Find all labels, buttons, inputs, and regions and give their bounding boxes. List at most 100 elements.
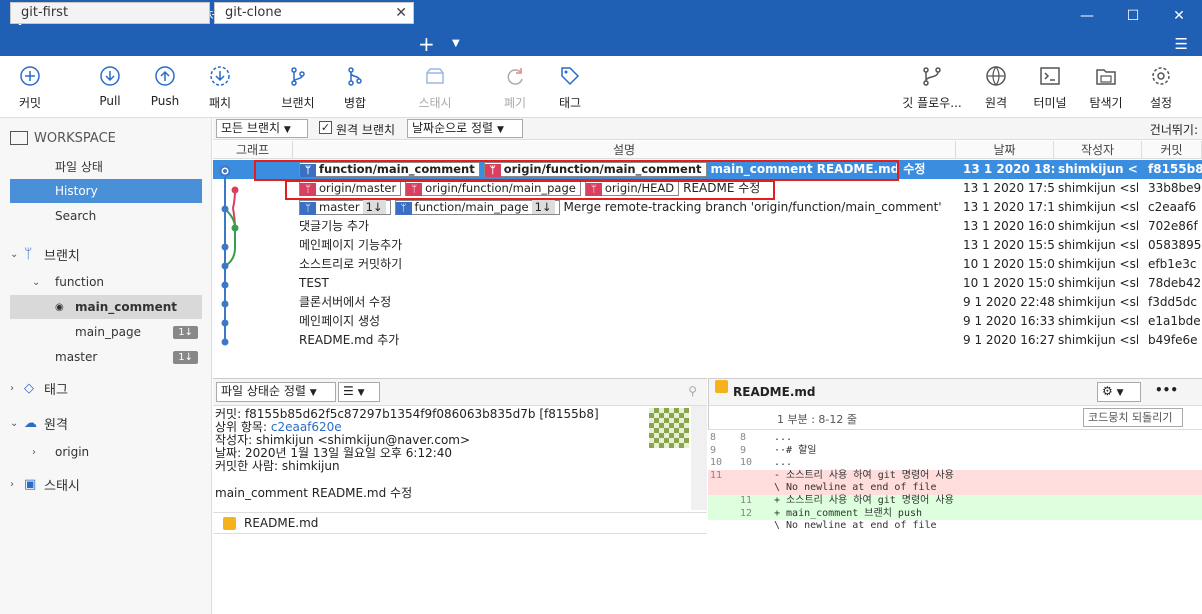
commit-hash: f8155b8 <box>1148 162 1202 176</box>
settings-button[interactable]: 설정 <box>1131 64 1191 111</box>
new-line-number: 8 <box>740 432 747 443</box>
branch-button[interactable]: 브랜치 <box>268 64 328 111</box>
column-author[interactable]: 작성자 <box>1054 141 1142 159</box>
git-flow-button[interactable]: 깃 플로우... <box>902 64 962 111</box>
commit-row[interactable]: 메인페이지 기능추가 13 1 2020 15:5 shimkijun <shi 05… <box>213 236 1202 255</box>
sidebar-section-tags[interactable]: › ◇ 태그 <box>10 376 202 400</box>
sidebar-item-master[interactable]: master 1↓ <box>10 345 202 369</box>
more-options-icon[interactable]: ••• <box>1155 383 1178 397</box>
branch-filter-dropdown[interactable]: 모든 브랜치 ▼ <box>216 119 308 138</box>
new-line-number: 10 <box>740 457 753 469</box>
sidebar-section-branches[interactable]: ⌄ ᛘ 브랜치 <box>10 242 202 266</box>
changed-file-row[interactable]: README.md <box>213 512 707 534</box>
commit-message: TEST <box>299 276 329 290</box>
explorer-button[interactable]: 탐색기 <box>1076 64 1136 111</box>
branch-tag[interactable]: ᛘ master 1↓ <box>299 200 391 215</box>
fetch-icon <box>190 64 250 88</box>
button-label: 코드뭉치 되돌리기 <box>1088 411 1173 424</box>
tag-icon: ◇ <box>24 380 34 396</box>
commit-row[interactable]: 클론서버에서 수정 9 1 2020 22:48 shimkijun <shi f3d… <box>213 293 1202 312</box>
sidebar-item-main-page[interactable]: main_page 1↓ <box>10 320 202 344</box>
revert-hunk-button[interactable]: 코드뭉치 되돌리기 <box>1083 408 1183 427</box>
sidebar-section-label: 원격 <box>44 417 68 433</box>
new-tab-icon[interactable]: + <box>418 32 435 56</box>
branch-tag[interactable]: ᛘ function/main_page 1↓ <box>394 200 560 215</box>
commit-row[interactable]: 소스트리로 커밋하기 10 1 2020 15:0 shimkijun <shi ef… <box>213 255 1202 274</box>
commit-description: 클론서버에서 수정 <box>299 293 959 312</box>
merge-button[interactable]: 병합 <box>325 64 385 111</box>
git-flow-icon <box>902 64 962 88</box>
highlight-box <box>285 180 775 200</box>
sidebar-item-label: origin <box>55 445 90 459</box>
stash-button[interactable]: 스태시 <box>405 64 465 111</box>
remote-button[interactable]: 원격 <box>966 64 1026 111</box>
tag-button[interactable]: 태그 <box>540 64 600 111</box>
remote-branches-checkbox[interactable]: ✓ <box>319 121 332 134</box>
file-sort-dropdown[interactable]: 파일 상태순 정렬 ▼ <box>216 382 336 402</box>
diff-line[interactable]: 11 + 소스트리 사용 하여 git 명령어 사용 <box>708 495 1202 508</box>
commit-hash: 0583895 <box>1148 238 1202 252</box>
toolbar: 커밋 Pull Push 패치 브랜치 병합 스태시 폐기 태그 깃 플로우..… <box>0 56 1202 118</box>
view-mode-dropdown[interactable]: ☰ ▼ <box>338 382 380 402</box>
hunk-label: 1 부분 : 8-12 줄 <box>777 413 858 426</box>
commit-row[interactable]: 댓글기능 추가 13 1 2020 16:0 shimkijun <shi 702e8… <box>213 217 1202 236</box>
column-label: 그래프 <box>235 143 270 157</box>
sidebar-item-origin[interactable]: › origin <box>10 440 202 464</box>
commit-graph <box>219 165 239 346</box>
column-date[interactable]: 날짜 <box>956 141 1054 159</box>
diff-line[interactable]: 9 9 ··# 할일 <box>708 445 1202 458</box>
commit-row[interactable]: ᛘ master 1↓ ᛘ function/main_page 1↓ Merge remo… <box>213 198 1202 217</box>
workspace-label: WORKSPACE <box>34 130 116 146</box>
close-icon[interactable]: ✕ <box>1156 0 1202 32</box>
column-commit[interactable]: 커밋 <box>1142 141 1202 159</box>
fetch-label: 패치 <box>208 96 232 110</box>
tab-git-clone[interactable]: git-clone ✕ <box>214 2 414 24</box>
commit-icon <box>0 64 60 88</box>
sidebar-folder-function[interactable]: ⌄ function <box>10 270 202 294</box>
diff-line[interactable]: \ No newline at end of file <box>708 520 1202 533</box>
commit-button[interactable]: 커밋 <box>0 64 60 111</box>
sort-dropdown[interactable]: 날짜순으로 정렬 ▼ <box>407 119 523 138</box>
sidebar-item-search[interactable]: Search <box>10 204 202 228</box>
chevron-right-icon: › <box>10 478 14 490</box>
minimize-icon[interactable]: — <box>1064 0 1110 32</box>
commit-row[interactable]: TEST 10 1 2020 15:0 shimkijun <shi 78deb42 <box>213 274 1202 293</box>
discard-button[interactable]: 폐기 <box>485 64 545 111</box>
column-graph[interactable]: 그래프 <box>213 141 293 159</box>
diff-line[interactable]: \ No newline at end of file <box>708 482 1202 495</box>
terminal-button[interactable]: 터미널 <box>1020 64 1080 111</box>
search-icon[interactable]: ⚲ <box>688 384 697 398</box>
commit-author: shimkijun <shi <box>1058 219 1138 233</box>
fetch-button[interactable]: 패치 <box>190 64 250 111</box>
close-tab-icon[interactable]: ✕ <box>395 5 407 21</box>
commit-row[interactable]: 메인페이지 생성 9 1 2020 16:33 shimkijun <shi e1a1… <box>213 312 1202 331</box>
diff-line[interactable]: 8 8... <box>708 432 1202 445</box>
column-description[interactable]: 설명 <box>293 141 956 159</box>
tab-git-first[interactable]: git-first <box>10 2 210 24</box>
diff-line-text: \ No newline at end of file <box>774 520 937 532</box>
sidebar-item-label: function <box>55 275 105 289</box>
sidebar-section-remotes[interactable]: ⌄ ☁ 원격 <box>10 411 202 435</box>
commit-row[interactable]: README.md 추가 9 1 2020 16:27 shimkijun <shi… <box>213 331 1202 350</box>
hamburger-menu-icon[interactable]: ☰ <box>1175 32 1188 56</box>
push-button[interactable]: Push <box>135 64 195 108</box>
diff-line[interactable]: 12 + main_comment 브랜치 push <box>708 507 1202 521</box>
sidebar-section-stashes[interactable]: › ▣ 스태시 <box>10 472 202 496</box>
diff-options-dropdown[interactable]: ⚙ ▼ <box>1097 382 1141 402</box>
commit-message: 메인페이지 기능추가 <box>299 238 403 252</box>
maximize-icon[interactable]: ☐ <box>1110 0 1156 32</box>
diff-line[interactable]: 10 10... <box>708 457 1202 470</box>
details-scrollbar[interactable] <box>691 406 707 510</box>
commit-date: 13 1 2020 15:5 <box>963 238 1055 252</box>
tab-dropdown-icon[interactable]: ▼ <box>452 32 460 56</box>
dropdown-label: 파일 상태순 정렬 <box>221 384 306 398</box>
sidebar-item-file-status[interactable]: 파일 상태 <box>10 154 202 178</box>
commit-date: 9 1 2020 16:27 <box>963 333 1055 347</box>
diff-line-text: + 소스트리 사용 하여 git 명령어 사용 <box>774 495 954 506</box>
sidebar-item-history[interactable]: History <box>10 179 202 203</box>
diff-line[interactable]: 11 - 소스트리 사용 하여 git 명령어 사용 <box>708 469 1202 483</box>
column-label: 커밋 <box>1160 143 1183 157</box>
sidebar-item-main-comment[interactable]: ◉ main_comment <box>10 295 202 319</box>
pull-button[interactable]: Pull <box>80 64 140 108</box>
parent-link[interactable]: c2eaaf620e <box>271 420 342 434</box>
